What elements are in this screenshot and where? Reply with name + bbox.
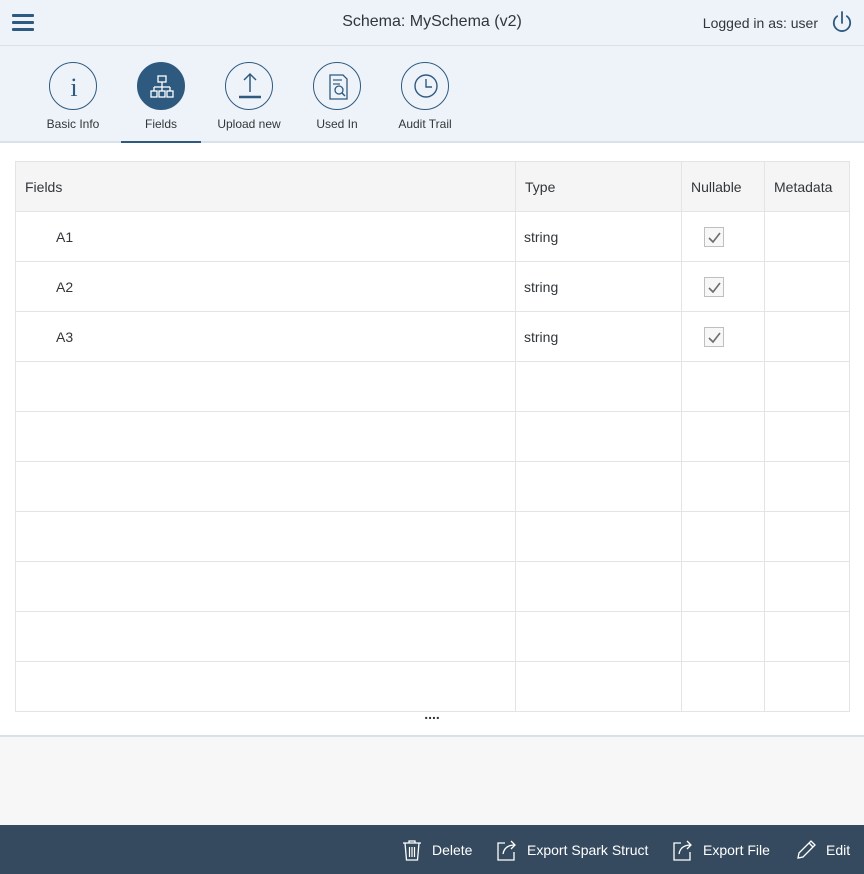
export-file-button[interactable]: Export File (671, 835, 770, 865)
metadata-cell (764, 311, 850, 362)
logged-in-user-label: Logged in as: user (702, 15, 818, 31)
tab-upload-new[interactable]: Upload new (209, 46, 289, 142)
field-type-cell: string (515, 311, 682, 362)
tab-audit-trail[interactable]: Audit Trail (385, 46, 465, 142)
delete-button[interactable]: Delete (400, 835, 472, 865)
metadata-cell (764, 261, 850, 312)
checkmark-icon (708, 232, 721, 243)
empty-table-row (15, 461, 850, 512)
empty-content-area (0, 737, 864, 825)
more-rows-indicator[interactable]: .... (0, 706, 864, 722)
export-icon (673, 840, 692, 861)
icon-tab-bar: i Basic Info Fields Upload new Used In A… (0, 46, 864, 143)
selected-tab-indicator (121, 141, 201, 143)
field-type-cell: string (515, 211, 682, 262)
column-header-metadata[interactable]: Metadata (764, 161, 850, 212)
empty-table-row (15, 411, 850, 462)
nullable-cell (681, 211, 765, 262)
field-name-cell: A3 (15, 311, 516, 362)
footer-toolbar: Delete Export Spark Struct Export File E… (0, 825, 864, 874)
hierarchy-icon (137, 62, 185, 110)
empty-table-row (15, 361, 850, 412)
table-row[interactable]: A2 string (15, 261, 850, 312)
shell-header: Schema: MySchema (v2) Logged in as: user (0, 0, 864, 46)
nullable-cell (681, 311, 765, 362)
checkmark-icon (708, 282, 721, 293)
tab-used-in[interactable]: Used In (297, 46, 377, 142)
field-name-cell: A1 (15, 211, 516, 262)
table-row[interactable]: A1 string (15, 211, 850, 262)
trash-icon (403, 840, 421, 861)
column-header-nullable[interactable]: Nullable (681, 161, 765, 212)
fields-table: Fields Type Nullable Metadata A1 string … (15, 161, 850, 712)
checkmark-icon (708, 332, 721, 343)
table-header-row: Fields Type Nullable Metadata (15, 161, 850, 212)
delete-button-label: Delete (432, 842, 473, 858)
nullable-checkbox[interactable] (704, 226, 724, 247)
document-search-icon (313, 62, 361, 110)
metadata-cell (764, 211, 850, 262)
upload-icon (225, 62, 273, 110)
export-spark-struct-button[interactable]: Export Spark Struct (495, 835, 648, 865)
empty-table-row (15, 561, 850, 612)
field-type-cell: string (515, 261, 682, 312)
nullable-checkbox[interactable] (704, 276, 724, 297)
column-header-fields[interactable]: Fields (15, 161, 516, 212)
edit-button-label: Edit (826, 842, 851, 858)
table-row[interactable]: A3 string (15, 311, 850, 362)
field-name-cell: A2 (15, 261, 516, 312)
nullable-checkbox[interactable] (704, 326, 724, 347)
export-spark-struct-label: Export Spark Struct (527, 842, 649, 858)
column-header-type[interactable]: Type (515, 161, 682, 212)
pencil-icon (797, 840, 816, 859)
svg-text:i: i (70, 73, 77, 102)
export-file-label: Export File (703, 842, 770, 858)
info-icon: i (49, 62, 97, 110)
empty-table-row (15, 611, 850, 662)
export-icon (497, 840, 516, 861)
logout-power-icon[interactable] (830, 10, 854, 36)
tab-fields[interactable]: Fields (121, 46, 201, 143)
edit-button[interactable]: Edit (794, 835, 850, 865)
tab-basic-info[interactable]: i Basic Info (33, 46, 113, 142)
empty-table-row (15, 661, 850, 712)
empty-table-row (15, 511, 850, 562)
clock-icon (401, 62, 449, 110)
nullable-cell (681, 261, 765, 312)
